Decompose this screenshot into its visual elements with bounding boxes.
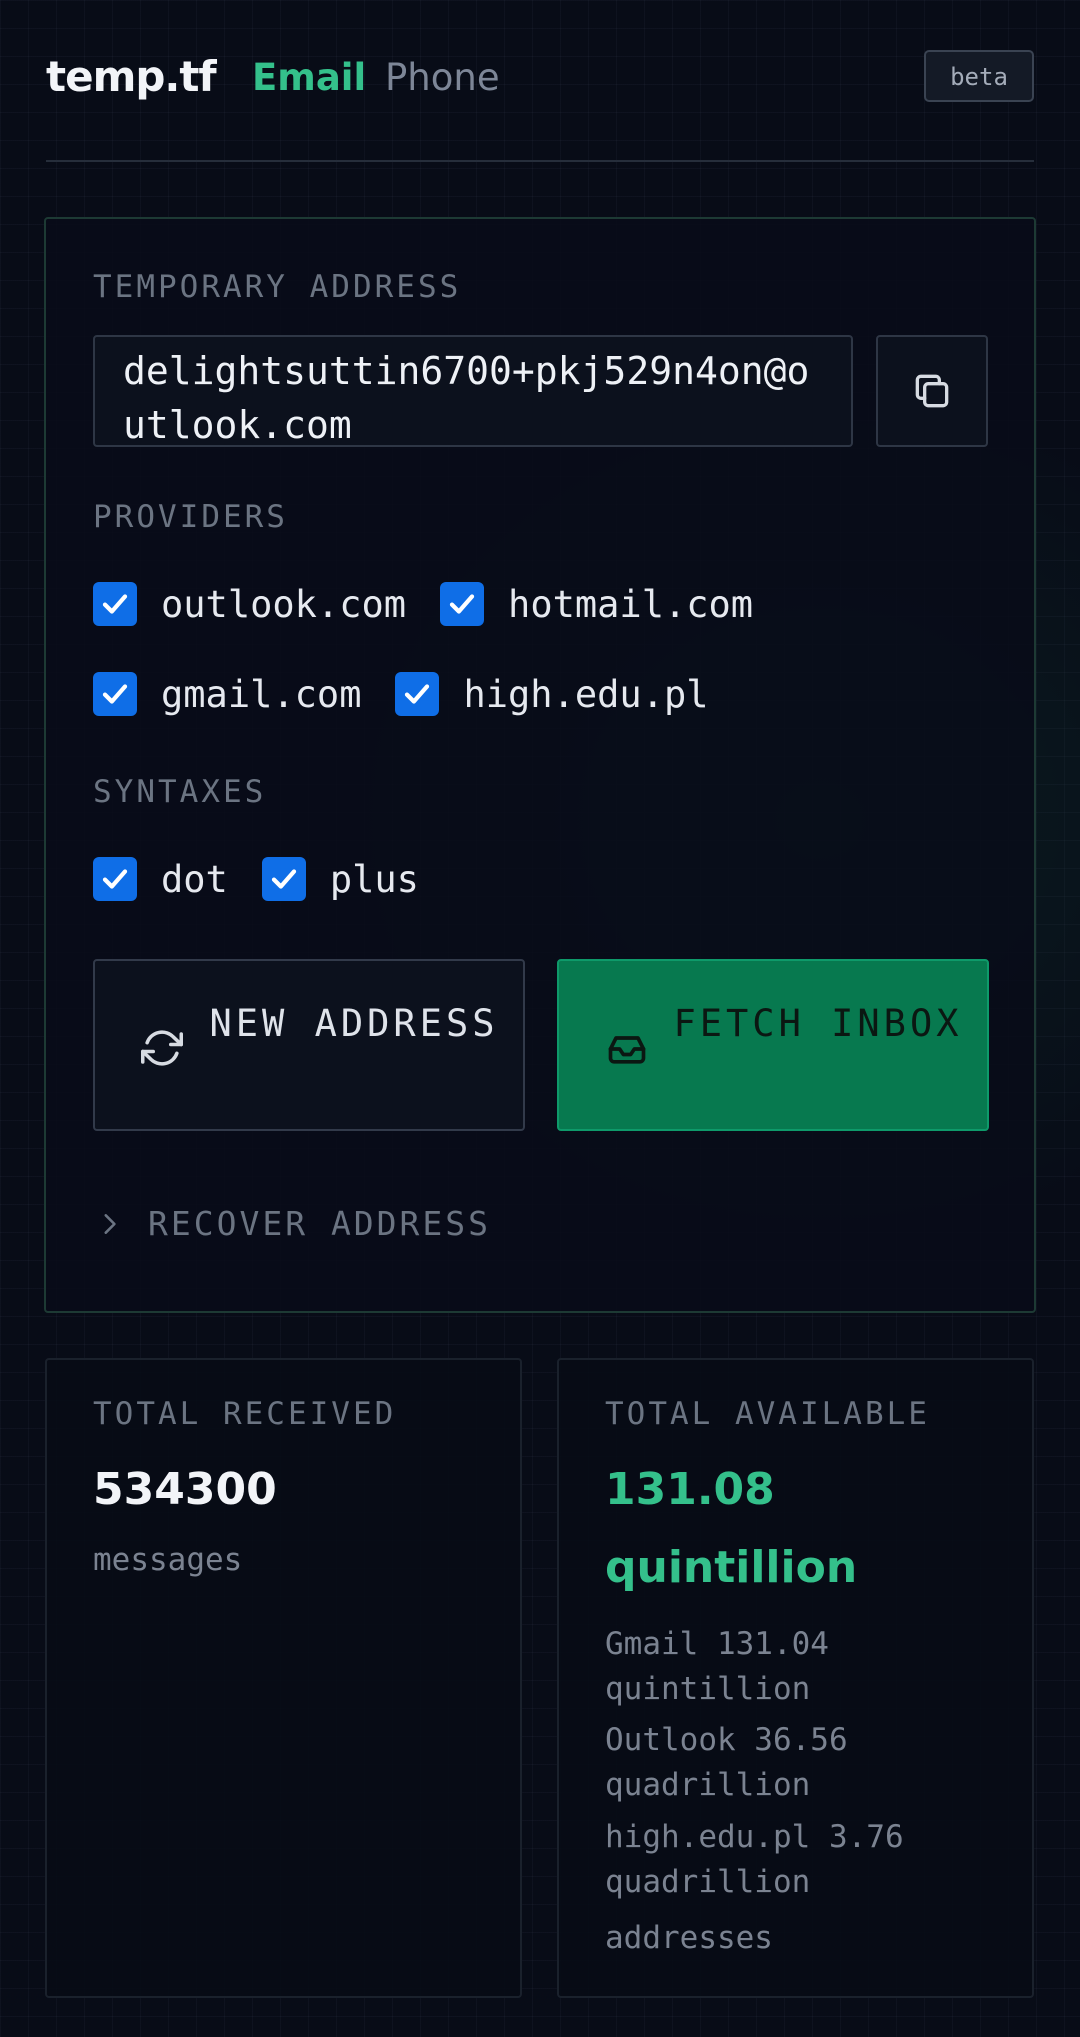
provider-label: gmail.com [161, 672, 362, 716]
total-available-value-unit: quintillion [605, 1542, 858, 1593]
syntaxes-label: SYNTAXES [93, 774, 267, 810]
breakdown-line: Gmail 131.04 [605, 1626, 829, 1662]
checkbox-checked-icon [93, 582, 137, 626]
fetch-inbox-label: FETCH INBOX [673, 1002, 963, 1045]
checkbox-checked-icon [93, 857, 137, 901]
checkbox-checked-icon [440, 582, 485, 626]
provider-label: outlook.com [161, 582, 407, 626]
refresh-icon [141, 1030, 183, 1066]
inbox-icon [608, 1036, 646, 1064]
syntax-plus-checkbox[interactable]: plus [261, 857, 419, 901]
total-received-card: TOTAL RECEIVED 534300 messages [45, 1358, 522, 1998]
header-divider [46, 160, 1034, 162]
header: temp.tf Email Phone beta [46, 40, 1034, 120]
provider-gmail-checkbox[interactable]: gmail.com [93, 672, 361, 716]
breakdown-line: Outlook 36.56 [605, 1722, 848, 1758]
address-field[interactable]: delightsuttin6700+pkj529n4on@outlook.com [93, 335, 853, 447]
provider-hotmail-checkbox[interactable]: hotmail.com [440, 582, 753, 626]
total-available-value-number: 131.08 [605, 1464, 775, 1515]
syntaxes-row: dot plus [93, 855, 453, 903]
breakdown-line: quadrillion [605, 1767, 811, 1803]
new-address-button[interactable]: NEW ADDRESS [93, 959, 525, 1131]
provider-outlook-checkbox[interactable]: outlook.com [93, 582, 406, 626]
beta-badge: beta [924, 50, 1034, 102]
recover-address-label: RECOVER ADDRESS [148, 1204, 492, 1243]
breakdown-line: high.edu.pl 3.76 [605, 1819, 904, 1855]
temporary-address-label: TEMPORARY ADDRESS [93, 269, 462, 305]
breakdown-gmail: Gmail 131.04 quintillion [605, 1622, 829, 1712]
provider-label: hotmail.com [508, 582, 754, 626]
checkbox-checked-icon [93, 672, 137, 716]
total-received-unit: messages [93, 1542, 243, 1578]
total-available-label: TOTAL AVAILABLE [605, 1396, 930, 1432]
provider-high-edu-pl-checkbox[interactable]: high.edu.pl [395, 672, 709, 716]
tab-phone[interactable]: Phone [385, 56, 500, 99]
copy-icon [915, 374, 949, 408]
providers-row-2: gmail.com high.edu.pl [93, 670, 743, 718]
checkbox-checked-icon [395, 672, 440, 716]
total-available-card: TOTAL AVAILABLE 131.08 quintillion Gmail… [557, 1358, 1034, 1998]
total-available-unit: addresses [605, 1920, 773, 1956]
syntax-dot-checkbox[interactable]: dot [93, 857, 228, 901]
breakdown-high-edu-pl: high.edu.pl 3.76 quadrillion [605, 1815, 904, 1905]
new-address-label: NEW ADDRESS [209, 1002, 499, 1045]
breakdown-outlook: Outlook 36.56 quadrillion [605, 1718, 848, 1808]
copy-button[interactable] [876, 335, 988, 447]
checkbox-checked-icon [261, 857, 306, 901]
syntax-label: dot [161, 857, 228, 901]
syntax-label: plus [329, 857, 419, 901]
total-received-label: TOTAL RECEIVED [93, 1396, 397, 1432]
app-logo[interactable]: temp.tf [46, 52, 217, 101]
tab-email[interactable]: Email [252, 56, 366, 99]
providers-label: PROVIDERS [93, 499, 288, 535]
chevron-right-icon [104, 1213, 116, 1234]
breakdown-line: quintillion [605, 1671, 811, 1707]
providers-row-1: outlook.com hotmail.com [93, 580, 787, 628]
breakdown-line: quadrillion [605, 1864, 811, 1900]
address-card: TEMPORARY ADDRESS delightsuttin6700+pkj5… [44, 217, 1036, 1313]
recover-address-toggle[interactable]: RECOVER ADDRESS [96, 1204, 491, 1243]
total-received-value: 534300 [93, 1464, 277, 1515]
provider-label: high.edu.pl [463, 672, 709, 716]
fetch-inbox-button[interactable]: FETCH INBOX [557, 959, 989, 1131]
